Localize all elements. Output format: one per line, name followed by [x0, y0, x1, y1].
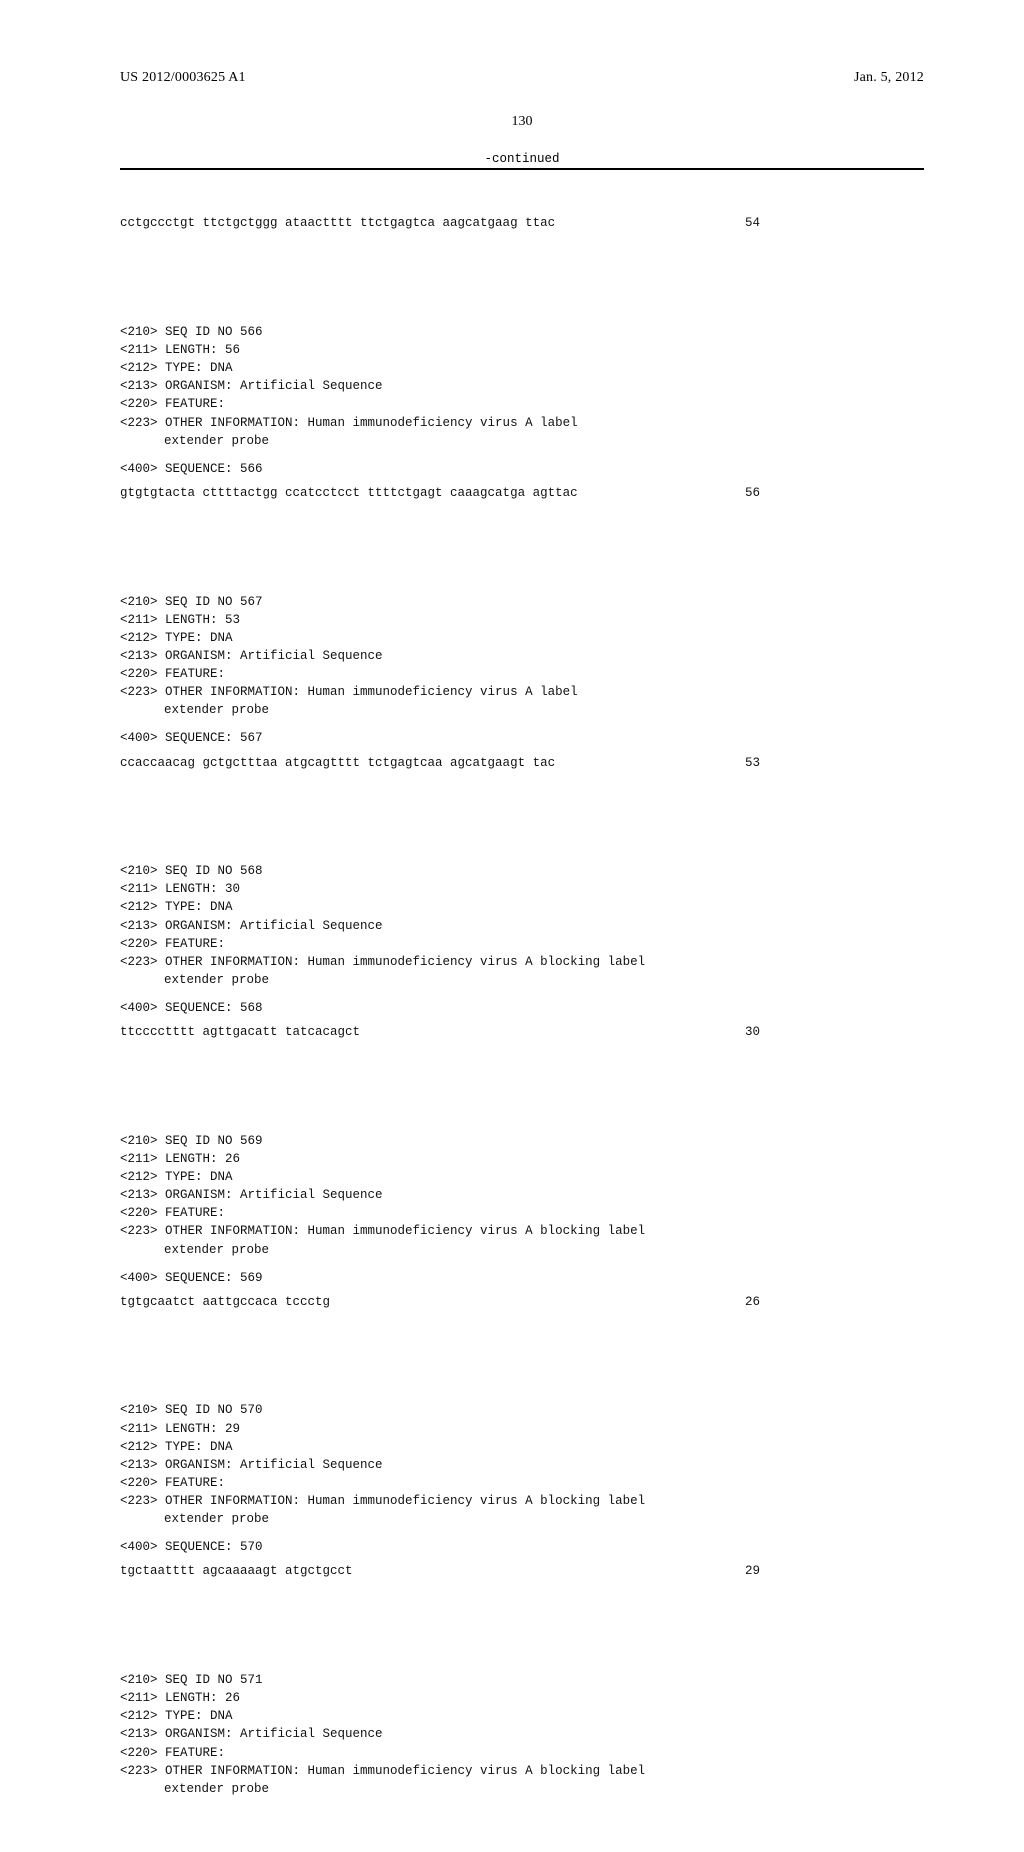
- seq-organism-line: <213> ORGANISM: Artificial Sequence: [120, 649, 383, 663]
- seq-otherinfo-cont: extender probe: [120, 973, 269, 987]
- sequence-text: tgctaatttt agcaaaaagt atgctgcct: [120, 1562, 353, 1580]
- sequence-text: ccaccaacag gctgctttaa atgcagtttt tctgagt…: [120, 754, 555, 772]
- seq-id-line: <210> SEQ ID NO 569: [120, 1134, 263, 1148]
- seq-organism-line: <213> ORGANISM: Artificial Sequence: [120, 1188, 383, 1202]
- seq-otherinfo-line: <223> OTHER INFORMATION: Human immunodef…: [120, 1224, 645, 1238]
- seq-feature-line: <220> FEATURE:: [120, 667, 225, 681]
- seq-otherinfo-cont: extender probe: [120, 1782, 269, 1796]
- sequence-line: tgtgcaatct aattgccaca tccctg 26: [120, 1293, 760, 1311]
- header-row: US 2012/0003625 A1 Jan. 5, 2012: [120, 70, 924, 86]
- seq-id-line: <210> SEQ ID NO 568: [120, 864, 263, 878]
- seq-type-line: <212> TYPE: DNA: [120, 631, 233, 645]
- seq-sequence-header: <400> SEQUENCE: 566: [120, 460, 924, 478]
- sequence-text: tgtgcaatct aattgccaca tccctg: [120, 1293, 330, 1311]
- seq-otherinfo-line: <223> OTHER INFORMATION: Human immunodef…: [120, 1764, 645, 1778]
- sequence-line: cctgccctgt ttctgctggg ataactttt ttctgagt…: [120, 214, 760, 232]
- document-page: US 2012/0003625 A1 Jan. 5, 2012 130 -con…: [0, 0, 1024, 1320]
- publication-date: Jan. 5, 2012: [854, 70, 924, 86]
- divider-top: [120, 168, 924, 170]
- seq-length-line: <211> LENGTH: 30: [120, 882, 240, 896]
- seq-organism-line: <213> ORGANISM: Artificial Sequence: [120, 379, 383, 393]
- seq-organism-line: <213> ORGANISM: Artificial Sequence: [120, 1458, 383, 1472]
- seq-id-line: <210> SEQ ID NO 566: [120, 325, 263, 339]
- sequence-entry: <210> SEQ ID NO 569 <211> LENGTH: 26 <21…: [120, 1132, 924, 1311]
- page-number: 130: [120, 114, 924, 130]
- seq-type-line: <212> TYPE: DNA: [120, 1440, 233, 1454]
- sequence-text: gtgtgtacta cttttactgg ccatcctcct ttttctg…: [120, 484, 578, 502]
- seq-feature-line: <220> FEATURE:: [120, 1476, 225, 1490]
- seq-otherinfo-cont: extender probe: [120, 1243, 269, 1257]
- sequence-line: ccaccaacag gctgctttaa atgcagtttt tctgagt…: [120, 754, 760, 772]
- sequence-length-index: 53: [720, 754, 760, 772]
- seq-otherinfo-cont: extender probe: [120, 434, 269, 448]
- seq-length-line: <211> LENGTH: 26: [120, 1152, 240, 1166]
- seq-otherinfo-cont: extender probe: [120, 1512, 269, 1526]
- seq-otherinfo-cont: extender probe: [120, 703, 269, 717]
- seq-id-line: <210> SEQ ID NO 567: [120, 595, 263, 609]
- sequence-text: cctgccctgt ttctgctggg ataactttt ttctgagt…: [120, 214, 555, 232]
- sequence-entry: <210> SEQ ID NO 566 <211> LENGTH: 56 <21…: [120, 323, 924, 502]
- sequence-entry: <210> SEQ ID NO 568 <211> LENGTH: 30 <21…: [120, 862, 924, 1041]
- seq-otherinfo-line: <223> OTHER INFORMATION: Human immunodef…: [120, 955, 645, 969]
- sequence-listing-body: cctgccctgt ttctgctggg ataactttt ttctgagt…: [120, 178, 924, 1852]
- sequence-length-index: 54: [720, 214, 760, 232]
- sequence-length-index: 56: [720, 484, 760, 502]
- seq-organism-line: <213> ORGANISM: Artificial Sequence: [120, 919, 383, 933]
- seq-feature-line: <220> FEATURE:: [120, 1746, 225, 1760]
- seq-sequence-header: <400> SEQUENCE: 569: [120, 1269, 924, 1287]
- seq-otherinfo-line: <223> OTHER INFORMATION: Human immunodef…: [120, 685, 578, 699]
- seq-id-line: <210> SEQ ID NO 570: [120, 1403, 263, 1417]
- sequence-entry: <210> SEQ ID NO 567 <211> LENGTH: 53 <21…: [120, 593, 924, 772]
- seq-type-line: <212> TYPE: DNA: [120, 361, 233, 375]
- seq-type-line: <212> TYPE: DNA: [120, 1709, 233, 1723]
- seq-type-line: <212> TYPE: DNA: [120, 1170, 233, 1184]
- sequence-length-index: 26: [720, 1293, 760, 1311]
- sequence-line: gtgtgtacta cttttactgg ccatcctcct ttttctg…: [120, 484, 760, 502]
- seq-organism-line: <213> ORGANISM: Artificial Sequence: [120, 1727, 383, 1741]
- seq-id-line: <210> SEQ ID NO 571: [120, 1673, 263, 1687]
- sequence-line: ttcccctttt agttgacatt tatcacagct 30: [120, 1023, 760, 1041]
- seq-length-line: <211> LENGTH: 29: [120, 1422, 240, 1436]
- sequence-length-index: 29: [720, 1562, 760, 1580]
- seq-feature-line: <220> FEATURE:: [120, 937, 225, 951]
- seq-type-line: <212> TYPE: DNA: [120, 900, 233, 914]
- seq-length-line: <211> LENGTH: 53: [120, 613, 240, 627]
- seq-length-line: <211> LENGTH: 26: [120, 1691, 240, 1705]
- seq-sequence-header: <400> SEQUENCE: 567: [120, 729, 924, 747]
- publication-number: US 2012/0003625 A1: [120, 70, 246, 86]
- continued-label: -continued: [120, 152, 924, 166]
- seq-feature-line: <220> FEATURE:: [120, 1206, 225, 1220]
- sequence-length-index: 30: [720, 1023, 760, 1041]
- seq-otherinfo-line: <223> OTHER INFORMATION: Human immunodef…: [120, 416, 578, 430]
- seq-sequence-header: <400> SEQUENCE: 570: [120, 1538, 924, 1556]
- sequence-line: tgctaatttt agcaaaaagt atgctgcct 29: [120, 1562, 760, 1580]
- seq-length-line: <211> LENGTH: 56: [120, 343, 240, 357]
- seq-sequence-header: <400> SEQUENCE: 568: [120, 999, 924, 1017]
- sequence-entry: <210> SEQ ID NO 570 <211> LENGTH: 29 <21…: [120, 1401, 924, 1580]
- seq-otherinfo-line: <223> OTHER INFORMATION: Human immunodef…: [120, 1494, 645, 1508]
- sequence-text: ttcccctttt agttgacatt tatcacagct: [120, 1023, 360, 1041]
- sequence-entry: <210> SEQ ID NO 571 <211> LENGTH: 26 <21…: [120, 1671, 924, 1798]
- seq-feature-line: <220> FEATURE:: [120, 397, 225, 411]
